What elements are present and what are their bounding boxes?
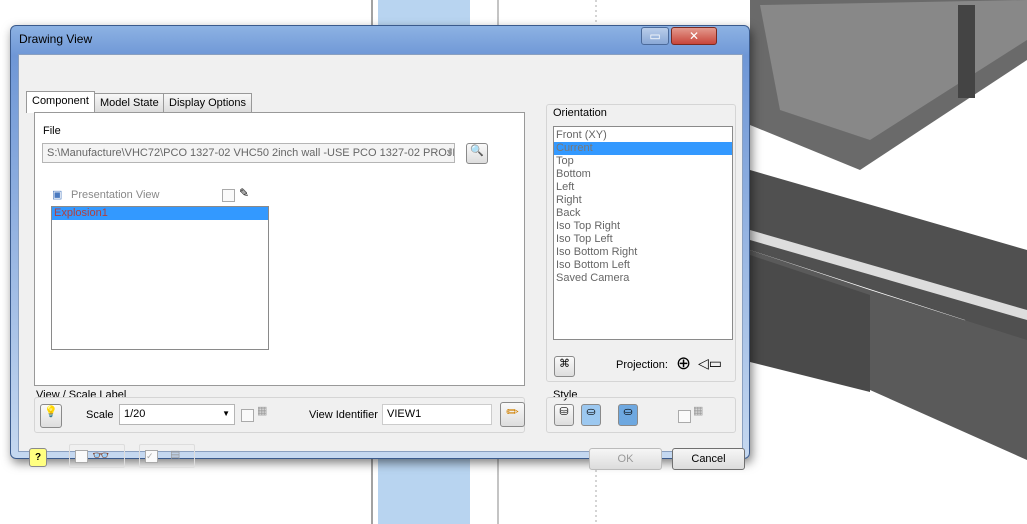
view-scale-group: 💡 Scale 1/20 ▼ ▦ View Identifier VIEW1 ✏: [34, 397, 525, 433]
hidden-line-removed-style-icon[interactable]: ⛀: [581, 404, 601, 426]
scale-combo[interactable]: 1/20 ▼: [119, 404, 235, 425]
drawing-view-dialog: Drawing View ▭ ✕ Component Model State D…: [10, 25, 750, 470]
recovery-toggle[interactable]: 👓: [69, 444, 125, 468]
presentation-view-checkbox[interactable]: [222, 189, 235, 202]
dialog-body: Component Model State Display Options Fi…: [18, 54, 745, 470]
cancel-button[interactable]: Cancel: [672, 448, 745, 470]
presentation-view-icon: ▣: [52, 189, 63, 201]
custom-view-icon[interactable]: ⌘: [554, 356, 575, 377]
orientation-item[interactable]: Back: [554, 207, 732, 220]
orientation-item[interactable]: Iso Bottom Left: [554, 259, 732, 272]
presentation-item[interactable]: Explosion1: [52, 207, 268, 220]
help-button[interactable]: ?: [29, 448, 47, 467]
projection-first-angle-icon[interactable]: ⊕: [676, 353, 691, 373]
projection-label: Projection:: [616, 359, 668, 371]
orientation-item[interactable]: Right: [554, 194, 732, 207]
presentation-view-list[interactable]: Explosion1: [51, 206, 269, 350]
orientation-item[interactable]: Left: [554, 181, 732, 194]
chevron-down-icon: ▼: [222, 409, 230, 418]
orientation-item[interactable]: Iso Bottom Right: [554, 246, 732, 259]
recovery-checkbox[interactable]: [75, 450, 88, 463]
orientation-item[interactable]: Iso Top Right: [554, 220, 732, 233]
shaded-style-icon[interactable]: ⛀: [618, 404, 638, 426]
view-identifier-input[interactable]: VIEW1: [382, 404, 492, 425]
file-combo[interactable]: S:\Manufacture\VHC72\PCO 1327-02 VHC50 2…: [42, 143, 455, 163]
orientation-group: Orientation Front (XY) Current Top Bottom Le…: [546, 104, 736, 382]
orientation-item[interactable]: Bottom: [554, 168, 732, 181]
edit-view-toggle[interactable]: ✓ ▤: [139, 444, 195, 468]
scale-value: 1/20: [124, 408, 146, 420]
associative-link-icon[interactable]: ✎: [239, 186, 249, 200]
dialog-title: Drawing View: [19, 32, 93, 46]
model-bracket: [958, 5, 975, 98]
restore-button[interactable]: ▭: [641, 27, 669, 45]
glasses-icon: 👓: [92, 447, 110, 463]
view-identifier-label: View Identifier: [309, 409, 378, 421]
edit-label-pencil-icon[interactable]: ✏: [500, 402, 525, 427]
file-label: File: [43, 125, 61, 137]
tab-display-options[interactable]: Display Options: [163, 93, 253, 112]
close-button[interactable]: ✕: [671, 27, 717, 45]
orientation-item[interactable]: Top: [554, 155, 732, 168]
scale-label: Scale: [86, 409, 114, 421]
style-from-base-checkbox[interactable]: [678, 410, 691, 423]
ok-button[interactable]: OK: [589, 448, 662, 470]
label-visibility-icon: ▦: [257, 405, 268, 417]
orientation-label: Orientation: [553, 107, 607, 119]
component-panel: File S:\Manufacture\VHC72\PCO 1327-02 VH…: [34, 112, 525, 386]
tab-component[interactable]: Component: [26, 91, 95, 113]
scale-visibility-checkbox[interactable]: [241, 409, 254, 422]
hidden-line-style-icon[interactable]: ⛁: [554, 404, 574, 426]
view-identifier-value: VIEW1: [387, 408, 422, 420]
style-group: ⛁ ⛀ ⛀ ▦: [546, 397, 736, 433]
style-from-base-icon: ▦: [693, 405, 704, 417]
file-value: S:\Manufacture\VHC72\PCO 1327-02 VHC50 2…: [47, 147, 455, 159]
orientation-list[interactable]: Front (XY) Current Top Bottom Left Right Back I…: [553, 126, 733, 340]
orientation-item[interactable]: Iso Top Left: [554, 233, 732, 246]
orientation-item[interactable]: Current: [554, 142, 732, 155]
file-dropdown-arrow-icon[interactable]: ▼: [445, 147, 454, 157]
tab-model-state[interactable]: Model State: [94, 93, 165, 112]
orientation-item[interactable]: Front (XY): [554, 129, 732, 142]
layout-icon: ▤: [170, 449, 181, 461]
browse-folder-icon[interactable]: 🔍: [466, 143, 488, 164]
toggle-label-visibility-icon[interactable]: 💡: [40, 404, 62, 428]
edit-view-checkbox[interactable]: ✓: [145, 450, 158, 463]
orientation-item[interactable]: Saved Camera: [554, 272, 732, 285]
presentation-view-label: Presentation View: [71, 189, 160, 201]
projection-third-angle-icon[interactable]: ◁▭: [698, 355, 722, 372]
